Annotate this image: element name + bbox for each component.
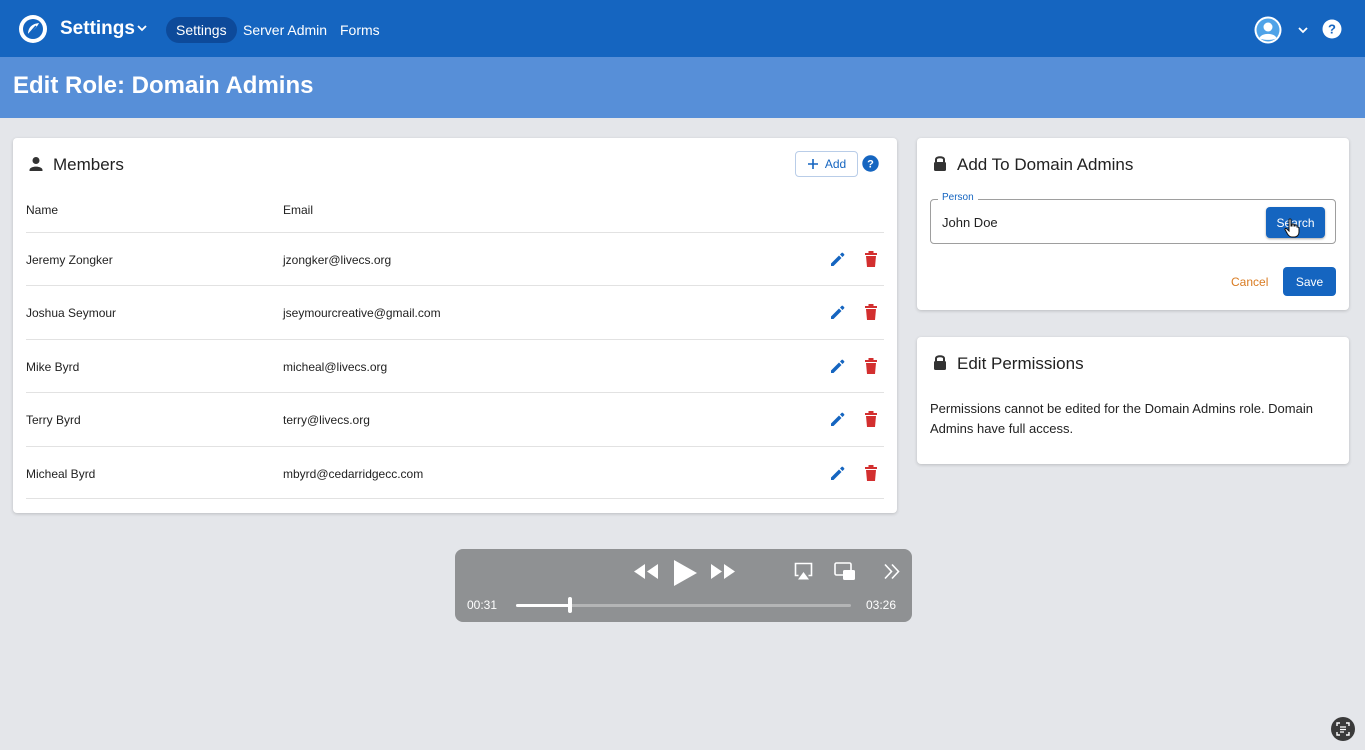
help-icon[interactable]: ? xyxy=(862,155,879,172)
rewind-icon[interactable] xyxy=(633,563,659,580)
more-controls-icon[interactable] xyxy=(883,563,901,580)
play-icon[interactable] xyxy=(672,559,698,587)
hand-cursor-icon xyxy=(1284,218,1300,238)
edit-icon[interactable] xyxy=(829,251,846,268)
nav-settings[interactable]: Settings xyxy=(166,17,237,43)
person-icon xyxy=(29,157,43,171)
plus-icon xyxy=(807,159,818,169)
lock-icon xyxy=(934,355,946,370)
nav-server-admin[interactable]: Server Admin xyxy=(233,17,337,43)
delete-icon[interactable] xyxy=(864,410,878,428)
person-label: Person xyxy=(938,192,978,203)
column-header-email: Email xyxy=(283,203,314,217)
svg-text:?: ? xyxy=(867,159,874,171)
delete-icon[interactable] xyxy=(864,357,878,375)
member-email: micheal@livecs.org xyxy=(283,360,388,374)
edit-icon[interactable] xyxy=(829,411,846,428)
column-header-name: Name xyxy=(26,203,59,217)
lock-icon xyxy=(934,156,946,171)
add-label: Add xyxy=(824,157,847,171)
member-email: jseymourcreative@gmail.com xyxy=(283,306,441,320)
chevron-down-icon[interactable] xyxy=(1297,24,1309,36)
app-title[interactable]: Settings xyxy=(60,18,135,40)
member-name: Joshua Seymour xyxy=(26,306,117,320)
picture-in-picture-icon[interactable] xyxy=(834,562,856,581)
permissions-title: Edit Permissions xyxy=(957,354,1084,373)
member-name: Terry Byrd xyxy=(26,413,81,427)
member-name: Mike Byrd xyxy=(26,360,80,374)
table-row: Micheal Byrd mbyrd@cedarridgecc.com xyxy=(26,446,884,499)
delete-icon[interactable] xyxy=(864,464,878,482)
table-row: Jeremy Zongker jzongker@livecs.org xyxy=(26,232,884,285)
member-name: Jeremy Zongker xyxy=(26,253,113,267)
edit-icon[interactable] xyxy=(829,358,846,375)
svg-text:?: ? xyxy=(1328,22,1336,37)
table-divider xyxy=(26,498,884,499)
permissions-message: Permissions cannot be edited for the Dom… xyxy=(930,401,1313,436)
elapsed-time: 00:31 xyxy=(467,598,498,612)
edit-icon[interactable] xyxy=(829,465,846,482)
chevron-down-icon[interactable] xyxy=(136,22,148,34)
member-email: jzongker@livecs.org xyxy=(283,253,392,267)
page-title: Edit Role: Domain Admins xyxy=(13,72,314,99)
duration-time: 03:26 xyxy=(866,598,897,612)
save-button[interactable]: Save xyxy=(1283,267,1336,296)
edit-icon[interactable] xyxy=(829,304,846,321)
fast-forward-icon[interactable] xyxy=(710,563,736,580)
seek-handle[interactable] xyxy=(568,597,572,613)
delete-icon[interactable] xyxy=(864,303,878,321)
table-row: Mike Byrd micheal@livecs.org xyxy=(26,339,884,392)
member-email: terry@livecs.org xyxy=(283,413,370,427)
avatar-icon[interactable] xyxy=(1254,16,1282,44)
person-value[interactable]: John Doe xyxy=(942,215,998,230)
add-member-button[interactable]: Add xyxy=(795,151,858,177)
text-recognition-icon[interactable] xyxy=(1331,717,1355,741)
add-to-title: Add To Domain Admins xyxy=(957,155,1134,174)
cancel-button[interactable]: Cancel xyxy=(1231,275,1268,289)
member-email: mbyrd@cedarridgecc.com xyxy=(283,467,424,481)
airplay-icon[interactable] xyxy=(794,562,813,581)
table-row: Terry Byrd terry@livecs.org xyxy=(26,392,884,445)
help-icon[interactable]: ? xyxy=(1322,19,1342,39)
member-name: Micheal Byrd xyxy=(26,467,96,481)
logo-icon[interactable] xyxy=(18,14,48,44)
nav-forms[interactable]: Forms xyxy=(330,17,390,43)
delete-icon[interactable] xyxy=(864,250,878,268)
members-title: Members xyxy=(53,155,124,174)
table-row: Joshua Seymour jseymourcreative@gmail.co… xyxy=(26,285,884,338)
seek-progress xyxy=(516,604,570,607)
